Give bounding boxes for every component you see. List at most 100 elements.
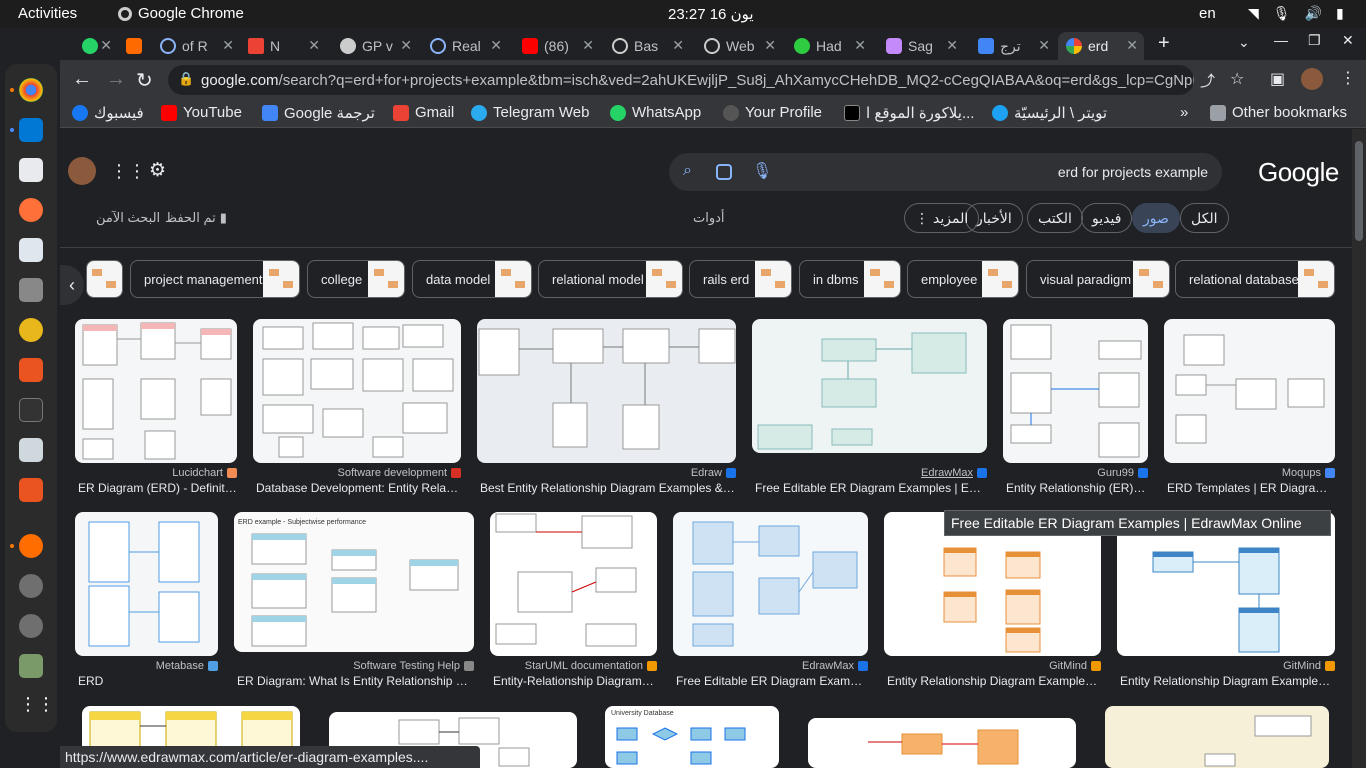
result-thumbnail[interactable]	[253, 319, 461, 463]
trash-icon[interactable]	[19, 654, 43, 678]
result-title[interactable]: Best Entity Relationship Diagram Example…	[480, 481, 736, 495]
chrome-icon[interactable]	[19, 78, 43, 102]
show-apps-icon[interactable]: ⋮⋮	[19, 694, 55, 718]
back-button[interactable]: ←	[72, 68, 92, 91]
tab[interactable]: Had ✕	[786, 32, 872, 60]
share-icon[interactable]: ⤴	[1200, 70, 1215, 91]
filter-books[interactable]: الكتب	[1027, 203, 1083, 233]
result-card[interactable]: Lucidchart ER Diagram (ERD) - Definitio.…	[75, 319, 237, 499]
bookmark-profile[interactable]: Your Profile	[723, 104, 822, 121]
minimize-button[interactable]: —	[1274, 32, 1288, 48]
result-thumbnail[interactable]	[808, 718, 1076, 768]
result-card[interactable]: Edraw Best Entity Relationship Diagram E…	[477, 319, 736, 499]
filter-all[interactable]: الكل	[1180, 203, 1229, 233]
result-thumbnail[interactable]	[75, 512, 218, 656]
bookmark-telegram[interactable]: Telegram Web	[471, 104, 589, 121]
bookmark-youtube[interactable]: YouTube	[161, 104, 242, 121]
related-chip-relational-database[interactable]: relational database	[1175, 260, 1335, 298]
terminal-icon[interactable]	[19, 398, 43, 422]
software-center-icon[interactable]	[19, 358, 43, 382]
result-title[interactable]: Entity Relationship (ER) D...	[1006, 481, 1148, 495]
bookmark-yallakora[interactable]: يلاكورة الموقع ا...	[844, 104, 974, 122]
settings-gear-icon[interactable]: ⚙	[149, 159, 166, 182]
reload-button[interactable]: ↻	[136, 68, 153, 93]
tab-youtube[interactable]: (86) ✕	[514, 32, 600, 60]
close-icon[interactable]: ✕	[672, 37, 684, 54]
result-title[interactable]: ER Diagram (ERD) - Definitio...	[78, 481, 237, 495]
result-title[interactable]: ER Diagram: What Is Entity Relationship …	[237, 674, 474, 688]
related-chip-employee[interactable]: employee	[907, 260, 1019, 298]
firefox-icon[interactable]	[19, 198, 43, 222]
result-card[interactable]: Software development Database Developmen…	[253, 319, 461, 499]
safesearch-button[interactable]: البحث الآمن	[96, 210, 160, 226]
close-icon[interactable]: ✕	[400, 37, 412, 54]
new-tab-button[interactable]: +	[1158, 32, 1170, 55]
close-icon[interactable]: ✕	[582, 37, 594, 54]
google-logo[interactable]: Google	[1258, 157, 1339, 188]
bookmark-twitter[interactable]: تويتر \ الرئيسيّة	[992, 104, 1107, 122]
chevron-left-icon[interactable]: ‹	[60, 265, 84, 305]
libreoffice-writer-icon[interactable]	[19, 158, 43, 182]
result-card[interactable]: ERD example - Subjectwise performance So…	[234, 512, 474, 692]
disk-icon[interactable]	[19, 614, 43, 638]
bookmark-whatsapp[interactable]: WhatsApp	[610, 104, 701, 121]
related-chip-data-model[interactable]: data model	[412, 260, 532, 298]
close-icon[interactable]: ✕	[1126, 37, 1138, 54]
bookmark-gmail[interactable]: Gmail	[393, 104, 454, 121]
result-card[interactable]: Moqups ERD Templates | ER Diagram E...	[1164, 319, 1335, 499]
search-box[interactable]: ⌕ 🎙 erd for projects example	[669, 153, 1222, 191]
related-chip-relational-model[interactable]: relational model	[538, 260, 683, 298]
result-title[interactable]: Free Editable ER Diagram Examples | Edra…	[755, 481, 987, 495]
result-title[interactable]: Free Editable ER Diagram Example...	[676, 674, 868, 688]
result-title[interactable]: Entity Relationship Diagram Examples ...	[887, 674, 1101, 688]
tab-active[interactable]: erd ✕	[1058, 32, 1144, 60]
tab[interactable]: Bas ✕	[604, 32, 690, 60]
result-card[interactable]: EdrawMax Free Editable ER Diagram Exampl…	[673, 512, 868, 692]
files-icon[interactable]	[19, 278, 43, 302]
related-chip[interactable]	[86, 260, 123, 298]
bookmarks-overflow-button[interactable]: »	[1180, 104, 1188, 121]
result-title[interactable]: ERD Templates | ER Diagram E...	[1167, 481, 1335, 495]
app-menu[interactable]: Google Chrome	[118, 5, 244, 22]
close-icon[interactable]: ✕	[490, 37, 502, 54]
result-title[interactable]: Entity Relationship Diagram Examples ...	[1120, 674, 1335, 688]
tab[interactable]: Web ✕	[696, 32, 782, 60]
result-thumbnail[interactable]	[75, 319, 237, 463]
address-bar[interactable]: 🔒 google.com/search?q=erd+for+projects+e…	[168, 65, 1194, 95]
result-thumbnail[interactable]	[490, 512, 657, 656]
disk-icon[interactable]	[19, 574, 43, 598]
filter-videos[interactable]: فيديو	[1081, 203, 1133, 233]
bookmark-translate[interactable]: Google ترجمة	[262, 104, 375, 122]
menu-icon[interactable]: ⋮	[1340, 68, 1356, 88]
result-title[interactable]: Database Development: Entity Relatio...	[256, 481, 461, 495]
bookmark-star-icon[interactable]: ☆	[1230, 69, 1244, 89]
postman-icon[interactable]	[19, 534, 43, 558]
result-thumbnail[interactable]: University Database	[605, 706, 779, 768]
result-card[interactable]	[1105, 706, 1329, 768]
tab[interactable]: N ✕	[240, 32, 326, 60]
result-card[interactable]	[808, 718, 1076, 768]
close-icon[interactable]: ✕	[222, 37, 234, 54]
result-card[interactable]: GitMind Entity Relationship Diagram Exam…	[1117, 512, 1335, 692]
result-thumbnail[interactable]	[1105, 706, 1329, 768]
tab[interactable]: of R ✕	[152, 32, 240, 60]
profile-avatar[interactable]	[1301, 68, 1323, 90]
tab[interactable]: Real ✕	[422, 32, 508, 60]
saved-button[interactable]: تم الحفظ ▮	[165, 210, 227, 226]
result-thumbnail[interactable]	[1003, 319, 1148, 463]
result-title[interactable]: ERD	[78, 674, 218, 688]
result-card[interactable]: Metabase ERD	[75, 512, 218, 692]
clock[interactable]: 23:27 يون 16	[668, 5, 754, 23]
page-scrollbar[interactable]	[1352, 129, 1366, 768]
result-thumbnail[interactable]: ERD example - Subjectwise performance	[234, 512, 474, 652]
activities-button[interactable]: Activities	[18, 5, 77, 22]
result-thumbnail[interactable]	[752, 319, 987, 453]
result-card[interactable]: EdrawMax Free Editable ER Diagram Exampl…	[752, 319, 987, 499]
system-tray[interactable]: ◥ 🎙 🔊 ▮	[1248, 5, 1344, 22]
tools-button[interactable]: أدوات	[693, 210, 725, 226]
result-card[interactable]: Guru99 Entity Relationship (ER) D...	[1003, 319, 1148, 499]
result-thumbnail[interactable]	[1164, 319, 1335, 463]
related-chip-in-dbms[interactable]: in dbms	[799, 260, 901, 298]
document-viewer-icon[interactable]	[19, 438, 43, 462]
tab-whatsapp[interactable]: ✕	[74, 32, 118, 60]
